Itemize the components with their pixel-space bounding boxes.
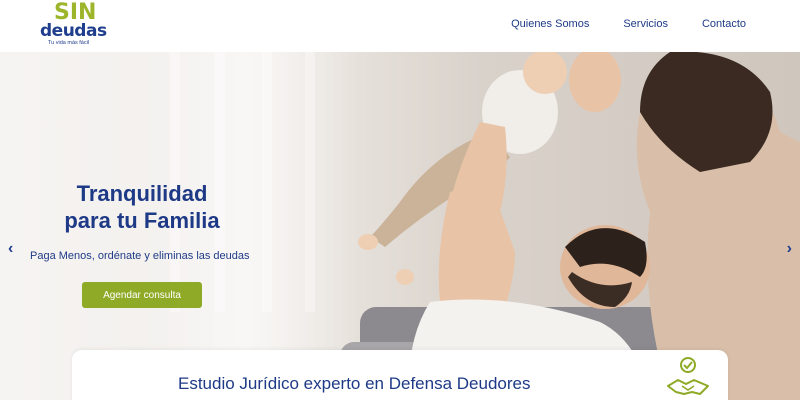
nav-quienes-somos[interactable]: Quienes Somos [511, 18, 589, 30]
hero-text-block: Tranquilidad para tu Familia Paga Menos,… [0, 180, 280, 308]
hero-family-image [358, 52, 800, 400]
nav-servicios[interactable]: Servicios [623, 18, 668, 30]
card-title: Estudio Jurídico experto en Defensa Deud… [178, 374, 531, 393]
handshake-check-icon [667, 357, 709, 395]
hero-title-line1: Tranquilidad [76, 181, 208, 206]
intro-card: Estudio Jurídico experto en Defensa Deud… [72, 350, 728, 400]
site-logo[interactable]: SIN deudas Tu vida más fácil [40, 0, 107, 48]
site-header: SIN deudas Tu vida más fácil Quienes Som… [0, 0, 800, 52]
hero-slider: ‹ › Tranquilidad para tu Familia Paga Me… [0, 52, 800, 400]
slider-next-arrow-icon[interactable]: › [787, 240, 792, 258]
hero-title-line2: para tu Familia [64, 208, 220, 233]
logo-deudas-text: deudas [40, 21, 107, 41]
logo-tagline: Tu vida más fácil [48, 40, 90, 46]
agendar-consulta-button[interactable]: Agendar consulta [82, 282, 202, 308]
hero-subtitle: Paga Menos, ordénate y eliminas las deud… [30, 250, 250, 262]
main-nav: Quienes Somos Servicios Contacto [511, 18, 746, 30]
slider-prev-arrow-icon[interactable]: ‹ [8, 240, 13, 258]
nav-contacto[interactable]: Contacto [702, 18, 746, 30]
hero-title: Tranquilidad para tu Familia [12, 180, 272, 234]
